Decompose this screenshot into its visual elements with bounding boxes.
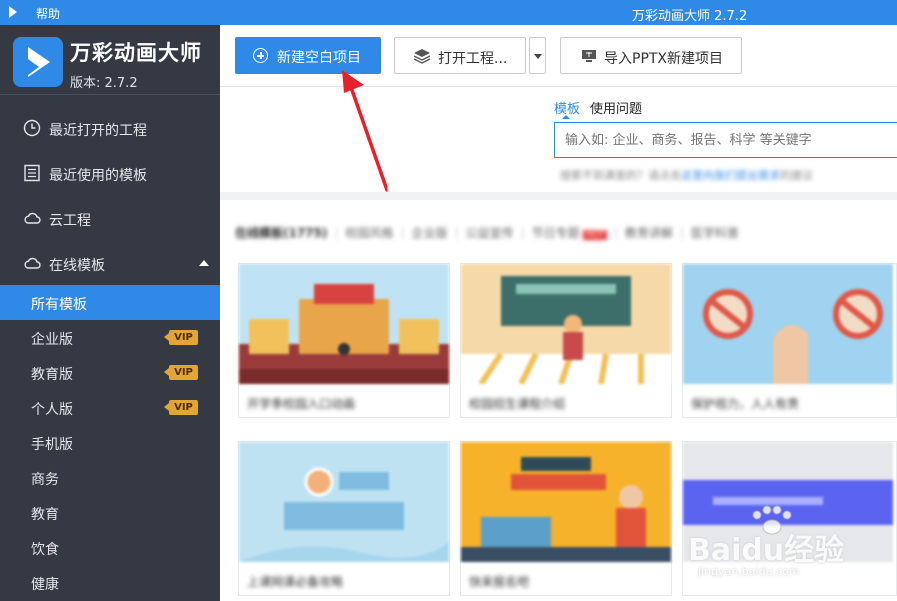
- category-item[interactable]: 节日专题: [532, 226, 580, 240]
- open-project-dropdown[interactable]: [529, 37, 546, 74]
- hint-text: 的建议: [780, 169, 813, 182]
- template-caption: 校园招生课程介绍: [469, 397, 566, 411]
- chevron-down-icon: [534, 54, 542, 59]
- template-card[interactable]: 保护视力，人人有责: [682, 263, 897, 418]
- help-menu[interactable]: 帮助: [36, 5, 60, 22]
- app-logo-icon: [13, 37, 63, 87]
- sidebar-item-education-edition[interactable]: 教育版 VIP: [0, 355, 220, 390]
- template-thumbnail: [461, 264, 671, 384]
- template-thumbnail: [239, 442, 449, 562]
- search-area: 模板 使用问题 搜索不到满意的？请点击这里向我们提出需求的建议: [220, 87, 897, 192]
- sidebar-item-label: 所有模板: [31, 297, 87, 313]
- toolbar: 新建空白项目 打开工程... 导入PPTX新建项目: [220, 25, 897, 87]
- hot-badge: HOT: [583, 230, 607, 240]
- category-filter-bar: 在线模板(1775) | 校园风格 | 企业版 | 公益宣传 | 节日专题 HOT | 教育讲解 | 医…: [235, 226, 739, 240]
- window-title: 万彩动画大师 2.7.2: [632, 9, 748, 24]
- button-label: 打开工程...: [438, 51, 508, 67]
- sidebar: 万彩动画大师 版本: 2.7.2 最近打开的工程 最近使用的模板 云工程 在线模…: [0, 25, 220, 601]
- category-item[interactable]: 教育讲解: [625, 226, 673, 240]
- sidebar-item-label: 健康: [31, 577, 59, 593]
- sidebar-item-health[interactable]: 健康: [0, 565, 220, 600]
- hint-text: 搜索不到满意的？请点击: [560, 169, 681, 182]
- open-project-button[interactable]: 打开工程...: [394, 37, 526, 74]
- sidebar-item-label: 手机版: [31, 437, 73, 453]
- template-caption: 上课网课必备攻略: [247, 575, 344, 589]
- sidebar-item-label: 教育: [31, 507, 59, 523]
- category-item[interactable]: 在线模板(1775): [235, 226, 327, 240]
- watermark-url: jingyan.baidu.com: [698, 565, 800, 578]
- watermark-brand: Baidu经验: [688, 533, 845, 568]
- new-blank-project-button[interactable]: 新建空白项目: [235, 37, 381, 74]
- sidebar-item-label: 教育版: [31, 367, 73, 383]
- template-caption: 保护视力，人人有责: [691, 397, 800, 411]
- tab-templates[interactable]: 模板: [554, 98, 580, 119]
- category-item[interactable]: 医学科普: [691, 226, 739, 240]
- template-list-icon: [24, 164, 40, 182]
- nav-label: 云工程: [49, 213, 91, 229]
- template-thumbnail: [461, 442, 671, 562]
- template-thumbnail: [239, 264, 449, 384]
- cloud-icon: [24, 257, 41, 269]
- template-card[interactable]: 开学季校园入口动画: [238, 263, 450, 418]
- category-item[interactable]: 校园风格: [345, 226, 393, 240]
- template-caption: 开学季校园入口动画: [247, 397, 356, 411]
- nav-label: 在线模板: [49, 258, 105, 274]
- monitor-import-icon: [582, 50, 596, 62]
- app-version: 版本: 2.7.2: [70, 76, 138, 91]
- nav-cloud-projects[interactable]: 云工程: [0, 195, 220, 240]
- vip-badge: VIP: [164, 365, 198, 380]
- sidebar-item-enterprise[interactable]: 企业版 VIP: [0, 320, 220, 355]
- import-pptx-button[interactable]: 导入PPTX新建项目: [560, 37, 742, 74]
- cloud-icon: [24, 212, 41, 224]
- collapse-caret-icon[interactable]: [199, 260, 209, 266]
- tab-usage-questions[interactable]: 使用问题: [590, 98, 642, 117]
- app-name: 万彩动画大师: [70, 41, 202, 65]
- sidebar-item-all-templates[interactable]: 所有模板: [0, 285, 220, 320]
- sidebar-item-mobile[interactable]: 手机版: [0, 425, 220, 460]
- nav-label: 最近打开的工程: [49, 123, 147, 139]
- sidebar-item-education[interactable]: 教育: [0, 495, 220, 530]
- sidebar-item-label: 个人版: [31, 402, 73, 418]
- button-label: 导入PPTX新建项目: [604, 51, 724, 67]
- vip-badge: VIP: [164, 330, 198, 345]
- template-card[interactable]: 上课网课必备攻略: [238, 441, 450, 596]
- sidebar-item-label: 商务: [31, 472, 59, 488]
- nav-online-templates[interactable]: 在线模板: [0, 240, 220, 285]
- nav-recent-projects[interactable]: 最近打开的工程: [0, 105, 220, 150]
- category-item[interactable]: 企业版: [411, 226, 447, 240]
- sidebar-item-personal[interactable]: 个人版 VIP: [0, 390, 220, 425]
- button-label: 新建空白项目: [277, 50, 361, 66]
- sidebar-item-business[interactable]: 商务: [0, 460, 220, 495]
- search-box: [554, 122, 897, 158]
- template-card[interactable]: 校园招生课程介绍: [460, 263, 672, 418]
- clock-icon: [23, 119, 41, 137]
- layers-icon: [413, 49, 431, 64]
- nav-label: 最近使用的模板: [49, 168, 147, 184]
- search-input[interactable]: [555, 123, 897, 157]
- sidebar-item-label: 企业版: [31, 332, 73, 348]
- app-logo-mini-icon: [9, 6, 17, 18]
- sidebar-item-food[interactable]: 饮食: [0, 530, 220, 565]
- template-card[interactable]: 快来报名吧: [460, 441, 672, 596]
- category-item[interactable]: 公益宣传: [466, 226, 514, 240]
- main-nav: 最近打开的工程 最近使用的模板 云工程 在线模板: [0, 105, 220, 285]
- template-thumbnail: [683, 264, 893, 384]
- vip-badge: VIP: [164, 400, 198, 415]
- baidu-watermark: Baidu经验 jingyan.baidu.com: [688, 505, 888, 590]
- nav-recent-templates[interactable]: 最近使用的模板: [0, 150, 220, 195]
- template-caption: 快来报名吧: [469, 575, 530, 589]
- brand-area: 万彩动画大师 版本: 2.7.2: [0, 25, 220, 95]
- title-bar: 帮助 万彩动画大师 2.7.2: [0, 0, 897, 25]
- template-categories: 所有模板 企业版 VIP 教育版 VIP 个人版 VIP 手机版 商务 教育 饮…: [0, 285, 220, 600]
- sidebar-item-label: 饮食: [31, 542, 59, 558]
- search-hint: 搜索不到满意的？请点击这里向我们提出需求的建议: [560, 167, 813, 183]
- hint-link[interactable]: 这里向我们提出需求: [681, 169, 780, 182]
- plus-circle-icon: [253, 48, 268, 63]
